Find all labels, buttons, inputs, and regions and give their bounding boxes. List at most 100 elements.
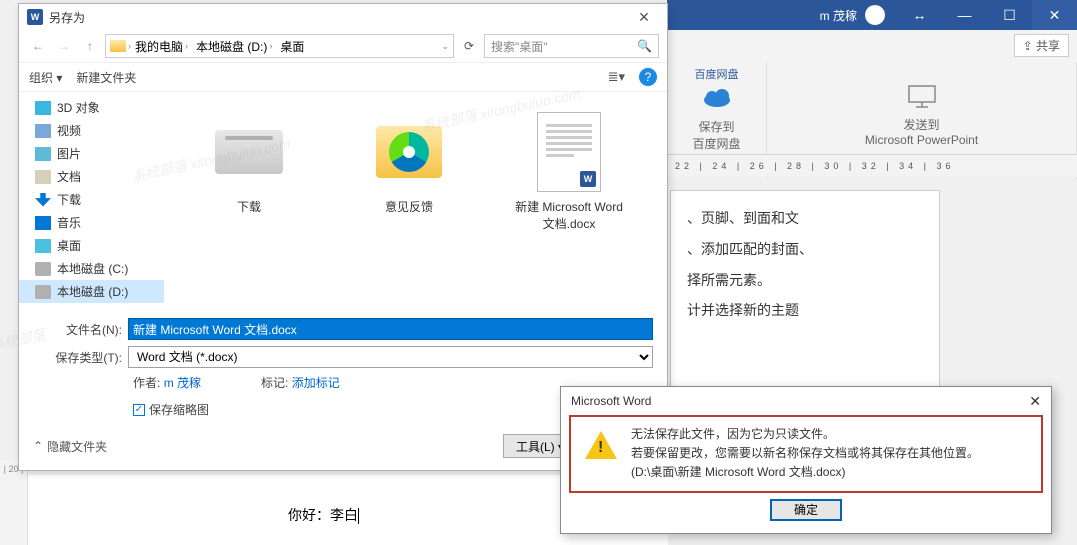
sidebar-item[interactable]: 音乐 — [19, 211, 164, 234]
folder-sidebar: 3D 对象视频图片文档下载音乐桌面本地磁盘 (C:) 本地磁盘 (D:) — [19, 92, 164, 310]
sidebar-label: 视频 — [57, 122, 81, 139]
error-dialog: Microsoft Word ✕ 无法保存此文件，因为它为只读文件。 若要保留更… — [560, 386, 1052, 534]
sidebar-item[interactable]: 视频 — [19, 119, 164, 142]
file-item[interactable]: 下载 — [194, 112, 304, 290]
sidebar-item[interactable]: 3D 对象 — [19, 96, 164, 119]
ribbon-label: Microsoft PowerPoint — [771, 133, 1072, 147]
share-button[interactable]: ⇪ 共享 — [1014, 34, 1069, 57]
win-view-button[interactable]: ↔ — [897, 0, 942, 30]
sidebar-item[interactable]: 下载 — [19, 188, 164, 211]
path-dropdown-icon[interactable]: ⌄ — [441, 41, 449, 52]
win-maximize-button[interactable]: ☐ — [987, 0, 1032, 30]
sidebar-icon — [35, 124, 51, 138]
help-icon[interactable]: ? — [639, 68, 657, 86]
word-app-icon: W — [27, 9, 43, 25]
new-folder-button[interactable]: 新建文件夹 — [76, 69, 136, 86]
sidebar-icon — [35, 101, 51, 115]
dialog-title-bar: W 另存为 ✕ — [19, 4, 667, 30]
word-ribbon: ⇪ 共享 百度网盘 保存到 百度网盘 保存 发送到 Microsoft Powe… — [667, 30, 1077, 155]
checkbox-icon: ✓ — [133, 404, 145, 416]
sidebar-item[interactable]: 本地磁盘 (D:) — [19, 280, 164, 303]
sidebar-label: 3D 对象 — [57, 99, 100, 116]
view-mode-button[interactable]: ≣▾ — [608, 69, 625, 85]
sidebar-icon — [35, 216, 51, 230]
word-title-bar: m 茂稼 ↔ — ☐ ✕ — [667, 0, 1077, 30]
hide-folders-button[interactable]: ⌃ 隐藏文件夹 — [33, 438, 107, 455]
file-name: 意见反馈 — [354, 198, 464, 215]
search-placeholder: 搜索"桌面" — [491, 38, 548, 55]
user-name: m 茂稼 — [667, 7, 865, 24]
presentation-icon — [906, 80, 938, 112]
nav-forward-button[interactable]: → — [53, 35, 75, 57]
dialog-toolbar: 组织 ▾ 新建文件夹 ≣▾ ? — [19, 62, 667, 92]
nav-up-button[interactable]: ↑ — [79, 35, 101, 57]
vertical-ruler: | 20 | — [0, 460, 28, 545]
error-message: 无法保存此文件，因为它为只读文件。 若要保留更改，您需要以新名称保存文档或将其保… — [631, 425, 979, 483]
path-bar[interactable]: › 我的电脑› 本地磁盘 (D:)› 桌面 ⌄ — [105, 34, 454, 58]
path-segment[interactable]: 本地磁盘 (D:)› — [192, 38, 276, 55]
error-close-button[interactable]: ✕ — [1029, 393, 1041, 410]
user-avatar-icon[interactable] — [865, 5, 885, 25]
doc-line: 择所需元素。 — [687, 265, 923, 296]
error-dialog-title: Microsoft Word — [571, 394, 651, 408]
sidebar-item[interactable]: 桌面 — [19, 234, 164, 257]
path-segment[interactable]: 我的电脑› — [131, 38, 192, 55]
sidebar-label: 图片 — [57, 145, 81, 162]
document-icon: W — [537, 112, 601, 192]
file-list[interactable]: 下载 意见反馈 W 新建 Microsoft Word 文档.docx — [164, 92, 667, 310]
sidebar-icon — [35, 285, 51, 299]
search-input[interactable]: 搜索"桌面" 🔍 — [484, 34, 659, 58]
filename-input[interactable] — [128, 318, 653, 340]
folder-icon — [376, 126, 442, 178]
sidebar-icon — [35, 170, 51, 184]
sidebar-icon — [35, 193, 51, 207]
organize-button[interactable]: 组织 ▾ — [29, 69, 62, 86]
sidebar-item[interactable]: 文档 — [19, 165, 164, 188]
ok-button[interactable]: 确定 — [770, 499, 842, 521]
win-close-button[interactable]: ✕ — [1032, 0, 1077, 30]
ribbon-label: 发送到 — [771, 116, 1072, 133]
nav-back-button[interactable]: ← — [27, 35, 49, 57]
folder-icon — [110, 40, 126, 52]
ribbon-group-top-text: 百度网盘 — [671, 66, 762, 82]
tag-field[interactable]: 标记: 添加标记 — [261, 374, 340, 391]
file-item[interactable]: 意见反馈 — [354, 112, 464, 290]
author-field[interactable]: 作者: m 茂稼 — [133, 374, 201, 391]
filetype-label: 保存类型(T): — [33, 349, 128, 366]
sidebar-label: 本地磁盘 (D:) — [57, 283, 128, 300]
ribbon-label: 保存到 — [671, 118, 762, 135]
horizontal-ruler: 22 | 24 | 26 | 28 | 30 | 32 | 34 | 36 — [667, 155, 1077, 177]
sidebar-label: 音乐 — [57, 214, 81, 231]
sidebar-icon — [35, 262, 51, 276]
dialog-close-button[interactable]: ✕ — [629, 9, 659, 26]
dialog-title: 另存为 — [49, 9, 85, 26]
win-minimize-button[interactable]: — — [942, 0, 987, 30]
chevron-up-icon: ⌃ — [33, 439, 43, 453]
disk-icon — [215, 130, 283, 174]
document-body[interactable]: 、页脚、到面和文 、添加匹配的封面、 择所需元素。 计并选择新的主题 — [670, 190, 940, 390]
path-segment[interactable]: 桌面 — [276, 38, 308, 55]
doc-line: 计并选择新的主题 — [687, 295, 923, 326]
sidebar-item[interactable]: 图片 — [19, 142, 164, 165]
sidebar-label: 桌面 — [57, 237, 81, 254]
file-name: 下载 — [194, 198, 304, 215]
doc-line: 、添加匹配的封面、 — [687, 234, 923, 265]
cloud-icon — [701, 82, 733, 114]
sidebar-icon — [35, 147, 51, 161]
file-item[interactable]: W 新建 Microsoft Word 文档.docx — [514, 112, 624, 290]
filetype-select[interactable]: Word 文档 (*.docx) — [128, 346, 653, 368]
sidebar-item[interactable]: 本地磁盘 (C:) — [19, 257, 164, 280]
sidebar-label: 下载 — [57, 191, 81, 208]
sidebar-label: 本地磁盘 (C:) — [57, 260, 128, 277]
dialog-nav-bar: ← → ↑ › 我的电脑› 本地磁盘 (D:)› 桌面 ⌄ ⟳ 搜索"桌面" 🔍 — [19, 30, 667, 62]
doc-text: 你好：李白 — [288, 507, 358, 523]
nav-refresh-button[interactable]: ⟳ — [458, 35, 480, 57]
sidebar-icon — [35, 239, 51, 253]
text-cursor-icon — [358, 508, 359, 524]
file-name: 新建 Microsoft Word 文档.docx — [514, 198, 624, 232]
doc-line: 、页脚、到面和文 — [687, 203, 923, 234]
sidebar-label: 文档 — [57, 168, 81, 185]
filename-label: 文件名(N): — [33, 321, 128, 338]
ribbon-label: 百度网盘 — [671, 135, 762, 152]
checkbox-label: 保存缩略图 — [149, 401, 209, 418]
